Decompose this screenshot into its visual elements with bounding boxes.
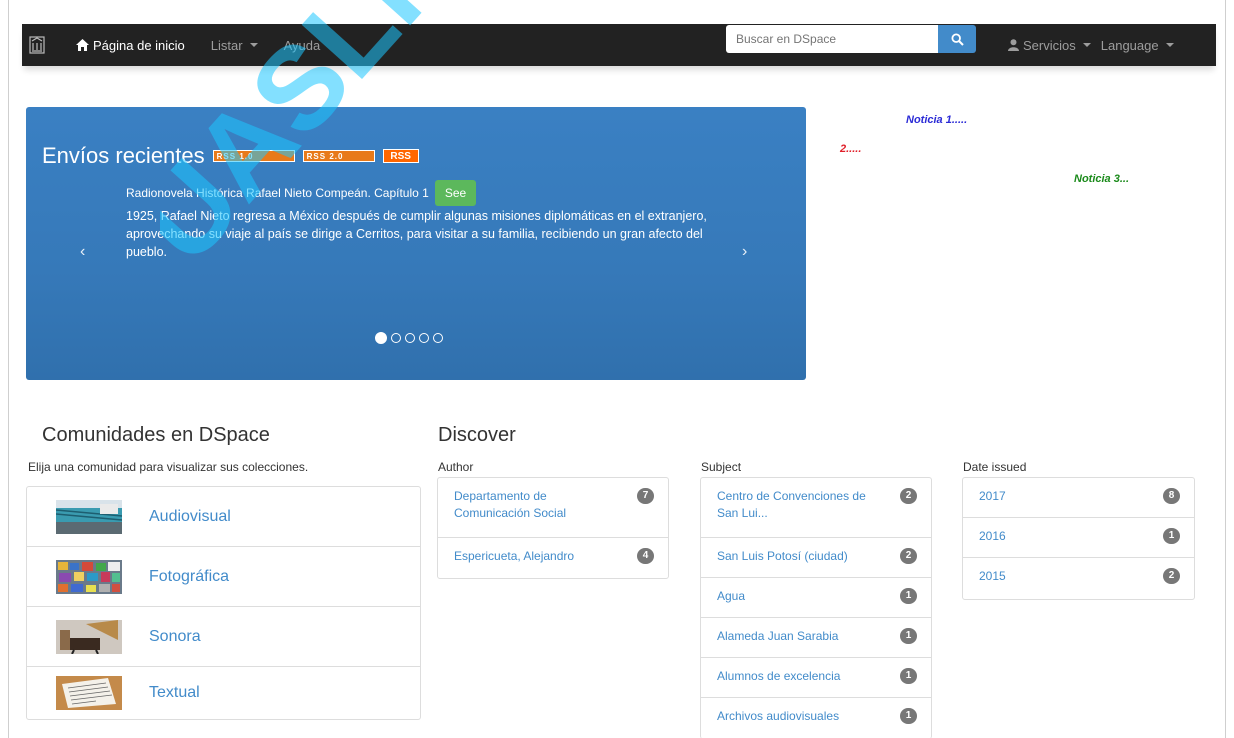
communities-subtitle: Elija una comunidad para visualizar sus … bbox=[28, 460, 309, 474]
date-facet-item[interactable]: 2015 2 bbox=[963, 558, 1194, 599]
carousel-indicators bbox=[375, 332, 443, 344]
subject-facet-item[interactable]: Centro de Convenciones de San Lui... 2 bbox=[701, 478, 931, 538]
nav-listar[interactable]: Listar bbox=[211, 38, 258, 53]
rss2-feed-badge[interactable]: RSS 2.0 bbox=[302, 150, 375, 162]
nav-home-label: Página de inicio bbox=[93, 37, 185, 53]
date-facet-item[interactable]: 2016 1 bbox=[963, 518, 1194, 558]
facet-count-badge: 2 bbox=[1163, 568, 1180, 584]
subject-facet-item[interactable]: Archivos audiovisuales 1 bbox=[701, 698, 931, 738]
facet-count-badge: 1 bbox=[900, 708, 917, 724]
facet-count-badge: 2 bbox=[900, 548, 917, 564]
nav-language[interactable]: Language bbox=[1101, 38, 1174, 53]
facet-item-label: Departamento de Comunicación Social bbox=[454, 489, 567, 520]
nav-listar-label: Listar bbox=[210, 37, 243, 53]
recent-submissions-carousel: Envíos recientes RSS 1.0 RSS 2.0 RSS Rad… bbox=[26, 107, 806, 380]
subject-facet-label: Subject bbox=[701, 460, 742, 474]
top-navbar: Página de inicio Listar Ayuda Servicios … bbox=[22, 24, 1216, 66]
nav-servicios-label: Servicios bbox=[1023, 37, 1076, 53]
search-icon bbox=[950, 32, 964, 46]
carousel-indicator[interactable] bbox=[419, 333, 429, 343]
date-facet-list: 2017 8 2016 1 2015 2 bbox=[962, 477, 1195, 600]
community-label: Audiovisual bbox=[149, 507, 231, 525]
nav-right-group: Servicios Language bbox=[1008, 24, 1174, 66]
facet-count-badge: 1 bbox=[1163, 528, 1180, 544]
community-label: Sonora bbox=[149, 627, 201, 645]
nav-ayuda-label: Ayuda bbox=[283, 37, 321, 53]
carousel-title-text: Envíos recientes bbox=[42, 143, 205, 168]
news-item-2[interactable]: 2..... bbox=[840, 143, 861, 155]
chevron-down-icon bbox=[1082, 43, 1091, 47]
fotografica-thumbnail bbox=[56, 559, 122, 594]
facet-item-label: Alameda Juan Sarabia bbox=[717, 629, 839, 643]
discover-title: Discover bbox=[438, 424, 516, 446]
home-icon bbox=[76, 39, 89, 51]
see-button[interactable]: See bbox=[434, 180, 477, 206]
author-facet-item[interactable]: Departamento de Comunicación Social 7 bbox=[438, 478, 668, 538]
facet-count-badge: 4 bbox=[637, 548, 654, 564]
facet-item-label: 2017 bbox=[979, 489, 1006, 503]
facet-item-label: Alumnos de excelencia bbox=[717, 669, 841, 683]
facet-item-label: Centro de Convenciones de San Lui... bbox=[717, 489, 866, 520]
nav-language-label: Language bbox=[1100, 37, 1159, 53]
facet-item-label: 2016 bbox=[979, 529, 1006, 543]
search-input[interactable] bbox=[726, 25, 954, 53]
author-facet-list: Departamento de Comunicación Social 7 Es… bbox=[437, 477, 669, 579]
date-facet-label: Date issued bbox=[963, 460, 1027, 474]
nav-ayuda[interactable]: Ayuda bbox=[284, 38, 321, 53]
search-button[interactable] bbox=[938, 25, 976, 53]
facet-item-label: Archivos audiovisuales bbox=[717, 709, 840, 723]
facet-count-badge: 1 bbox=[900, 588, 917, 604]
nav-servicios[interactable]: Servicios bbox=[1008, 38, 1091, 53]
carousel-indicator[interactable] bbox=[433, 333, 443, 343]
facet-count-badge: 1 bbox=[900, 628, 917, 644]
community-item-sonora[interactable]: Sonora bbox=[27, 607, 420, 667]
carousel-title: Envíos recientes RSS 1.0 RSS 2.0 RSS bbox=[42, 143, 419, 169]
author-facet-item[interactable]: Espericueta, Alejandro 4 bbox=[438, 538, 668, 578]
carousel-indicator[interactable] bbox=[375, 332, 387, 344]
facet-count-badge: 7 bbox=[637, 488, 654, 504]
chevron-down-icon bbox=[1165, 43, 1174, 47]
facet-item-label: Espericueta, Alejandro bbox=[454, 549, 575, 563]
chevron-down-icon bbox=[249, 43, 258, 47]
rss-feed-badge[interactable]: RSS bbox=[382, 149, 419, 163]
community-item-fotografica[interactable]: Fotográfica bbox=[27, 547, 420, 607]
date-facet-item[interactable]: 2017 8 bbox=[963, 478, 1194, 518]
facet-count-badge: 8 bbox=[1163, 488, 1180, 504]
audiovisual-thumbnail bbox=[56, 499, 122, 534]
rss1-feed-badge[interactable]: RSS 1.0 bbox=[212, 150, 295, 162]
textual-thumbnail bbox=[56, 676, 122, 710]
facet-count-badge: 2 bbox=[900, 488, 917, 504]
carousel-indicator[interactable] bbox=[405, 333, 415, 343]
communities-list: Audiovisual Fotográfica Sonora Textual bbox=[26, 486, 421, 720]
news-item-1[interactable]: Noticia 1..... bbox=[906, 114, 967, 126]
carousel-indicator[interactable] bbox=[391, 333, 401, 343]
communities-title: Comunidades en DSpace bbox=[42, 424, 270, 446]
community-item-audiovisual[interactable]: Audiovisual bbox=[27, 487, 420, 547]
subject-facet-item[interactable]: Alumnos de excelencia 1 bbox=[701, 658, 931, 698]
news-item-3[interactable]: Noticia 3... bbox=[1074, 173, 1129, 185]
user-icon bbox=[1008, 39, 1019, 51]
facet-item-label: San Luis Potosí (ciudad) bbox=[717, 549, 848, 563]
slide-description: 1925, Rafael Nieto regresa a México desp… bbox=[126, 209, 707, 259]
community-item-textual[interactable]: Textual bbox=[27, 667, 420, 719]
slide-item-title[interactable]: Radionovela Histórica Rafael Nieto Compe… bbox=[126, 186, 429, 200]
university-logo-icon[interactable] bbox=[26, 32, 48, 58]
community-label: Textual bbox=[149, 684, 200, 701]
facet-item-label: Agua bbox=[717, 589, 746, 603]
slide-item: Radionovela Histórica Rafael Nieto Compe… bbox=[126, 180, 477, 206]
community-label: Fotográfica bbox=[149, 567, 230, 585]
subject-facet-item[interactable]: San Luis Potosí (ciudad) 2 bbox=[701, 538, 931, 578]
carousel-next-icon[interactable]: › bbox=[742, 243, 747, 261]
author-facet-label: Author bbox=[438, 460, 474, 474]
subject-facet-item[interactable]: Alameda Juan Sarabia 1 bbox=[701, 618, 931, 658]
subject-facet-list: Centro de Convenciones de San Lui... 2 S… bbox=[700, 477, 932, 738]
facet-count-badge: 1 bbox=[900, 668, 917, 684]
facet-item-label: 2015 bbox=[979, 569, 1006, 583]
sonora-thumbnail bbox=[56, 619, 122, 654]
carousel-prev-icon[interactable]: ‹ bbox=[80, 243, 85, 261]
subject-facet-item[interactable]: Agua 1 bbox=[701, 578, 931, 618]
nav-home[interactable]: Página de inicio bbox=[76, 38, 185, 53]
